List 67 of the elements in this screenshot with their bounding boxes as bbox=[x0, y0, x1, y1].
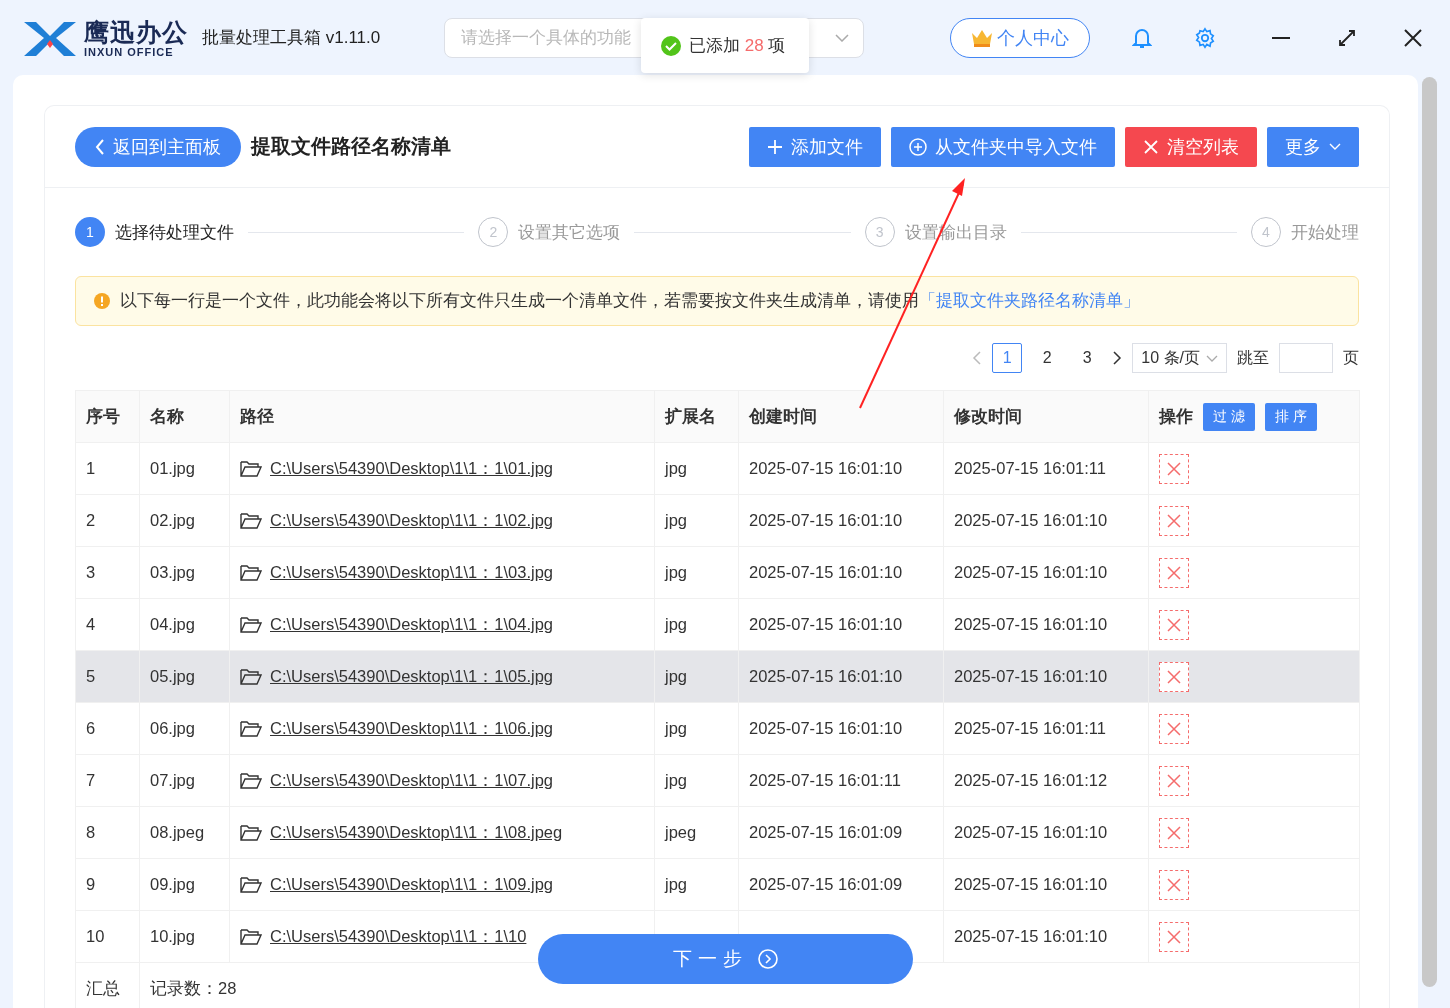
table-cell: 2025-07-15 16:01:10 bbox=[738, 598, 944, 651]
column-header: 路径 bbox=[229, 390, 655, 443]
table-cell: 2025-07-15 16:01:09 bbox=[738, 858, 944, 911]
logo-name: 鹰迅办公 bbox=[84, 17, 188, 46]
table-cell: 10 bbox=[75, 910, 140, 963]
table-cell: 9 bbox=[75, 858, 140, 911]
table-cell: 2025-07-15 16:01:11 bbox=[738, 754, 944, 807]
table-cell: 2025-07-15 16:01:10 bbox=[943, 650, 1149, 703]
table-cell: 2025-07-15 16:01:10 bbox=[943, 858, 1149, 911]
table-cell: jpg bbox=[654, 598, 739, 651]
table-cell: 06.jpg bbox=[139, 702, 230, 755]
app-title: 批量处理工具箱 v1.11.0 bbox=[202, 27, 381, 49]
table-cell: 2025-07-15 16:01:11 bbox=[943, 442, 1149, 495]
table-cell: jpg bbox=[654, 650, 739, 703]
table-cell: jpg bbox=[654, 494, 739, 547]
table-cell: 10.jpg bbox=[139, 910, 230, 963]
table-cell: 03.jpg bbox=[139, 546, 230, 599]
table-cell: jpg bbox=[654, 754, 739, 807]
table-cell: 2025-07-15 16:01:10 bbox=[738, 546, 944, 599]
table-cell: 2025-07-15 16:01:10 bbox=[738, 702, 944, 755]
page-title: 提取文件路径名称清单 bbox=[251, 134, 452, 159]
step-number: 1 bbox=[75, 217, 105, 247]
table-cell: 01.jpg bbox=[139, 442, 230, 495]
table-cell: 2025-07-15 16:01:10 bbox=[738, 494, 944, 547]
table-cell: 07.jpg bbox=[139, 754, 230, 807]
table-cell: 2025-07-15 16:01:10 bbox=[738, 650, 944, 703]
table-cell: 2025-07-15 16:01:10 bbox=[943, 910, 1149, 963]
table-cell: 2025-07-15 16:01:10 bbox=[943, 494, 1149, 547]
table-cell: 5 bbox=[75, 650, 140, 703]
table-cell: jpg bbox=[654, 546, 739, 599]
column-header: 名称 bbox=[139, 390, 230, 443]
table-cell: 2025-07-15 16:01:10 bbox=[943, 598, 1149, 651]
toast-message: 已添加 28 项 bbox=[689, 35, 786, 57]
table-cell: 02.jpg bbox=[139, 494, 230, 547]
table-cell: 2025-07-15 16:01:10 bbox=[943, 806, 1149, 859]
table-cell: 4 bbox=[75, 598, 140, 651]
table-cell: 8 bbox=[75, 806, 140, 859]
table-cell: jpeg bbox=[654, 806, 739, 859]
table-cell: 汇总 bbox=[75, 962, 140, 1008]
table-cell: 2025-07-15 16:01:10 bbox=[738, 442, 944, 495]
column-header: 序号 bbox=[75, 390, 140, 443]
table-cell: 1 bbox=[75, 442, 140, 495]
table-cell: 04.jpg bbox=[139, 598, 230, 651]
table-cell: 2 bbox=[75, 494, 140, 547]
table-cell: 2025-07-15 16:01:09 bbox=[738, 806, 944, 859]
column-header: 创建时间 bbox=[738, 390, 944, 443]
logo-subtitle: INXUN OFFICE bbox=[84, 45, 175, 58]
table-cell: 6 bbox=[75, 702, 140, 755]
jump-label: 跳至 bbox=[1237, 347, 1269, 368]
step-label: 选择待处理文件 bbox=[115, 221, 234, 244]
page-suffix: 页 bbox=[1343, 347, 1359, 368]
table-cell: 05.jpg bbox=[139, 650, 230, 703]
column-title: 操作 bbox=[1159, 405, 1193, 427]
table-cell: 2025-07-15 16:01:12 bbox=[943, 754, 1149, 807]
table-cell: jpg bbox=[654, 858, 739, 911]
table-cell: 09.jpg bbox=[139, 858, 230, 911]
step-label: 开始处理 bbox=[1291, 221, 1359, 244]
table-cell: 7 bbox=[75, 754, 140, 807]
table-cell: jpg bbox=[654, 442, 739, 495]
table-cell: 08.jpeg bbox=[139, 806, 230, 859]
table-cell: 2025-07-15 16:01:10 bbox=[943, 546, 1149, 599]
column-header: 修改时间 bbox=[943, 390, 1149, 443]
table-cell: 2025-07-15 16:01:11 bbox=[943, 702, 1149, 755]
table-cell: jpg bbox=[654, 702, 739, 755]
step-label: 设置其它选项 bbox=[518, 221, 621, 244]
table-cell: 3 bbox=[75, 546, 140, 599]
column-header: 扩展名 bbox=[654, 390, 739, 443]
